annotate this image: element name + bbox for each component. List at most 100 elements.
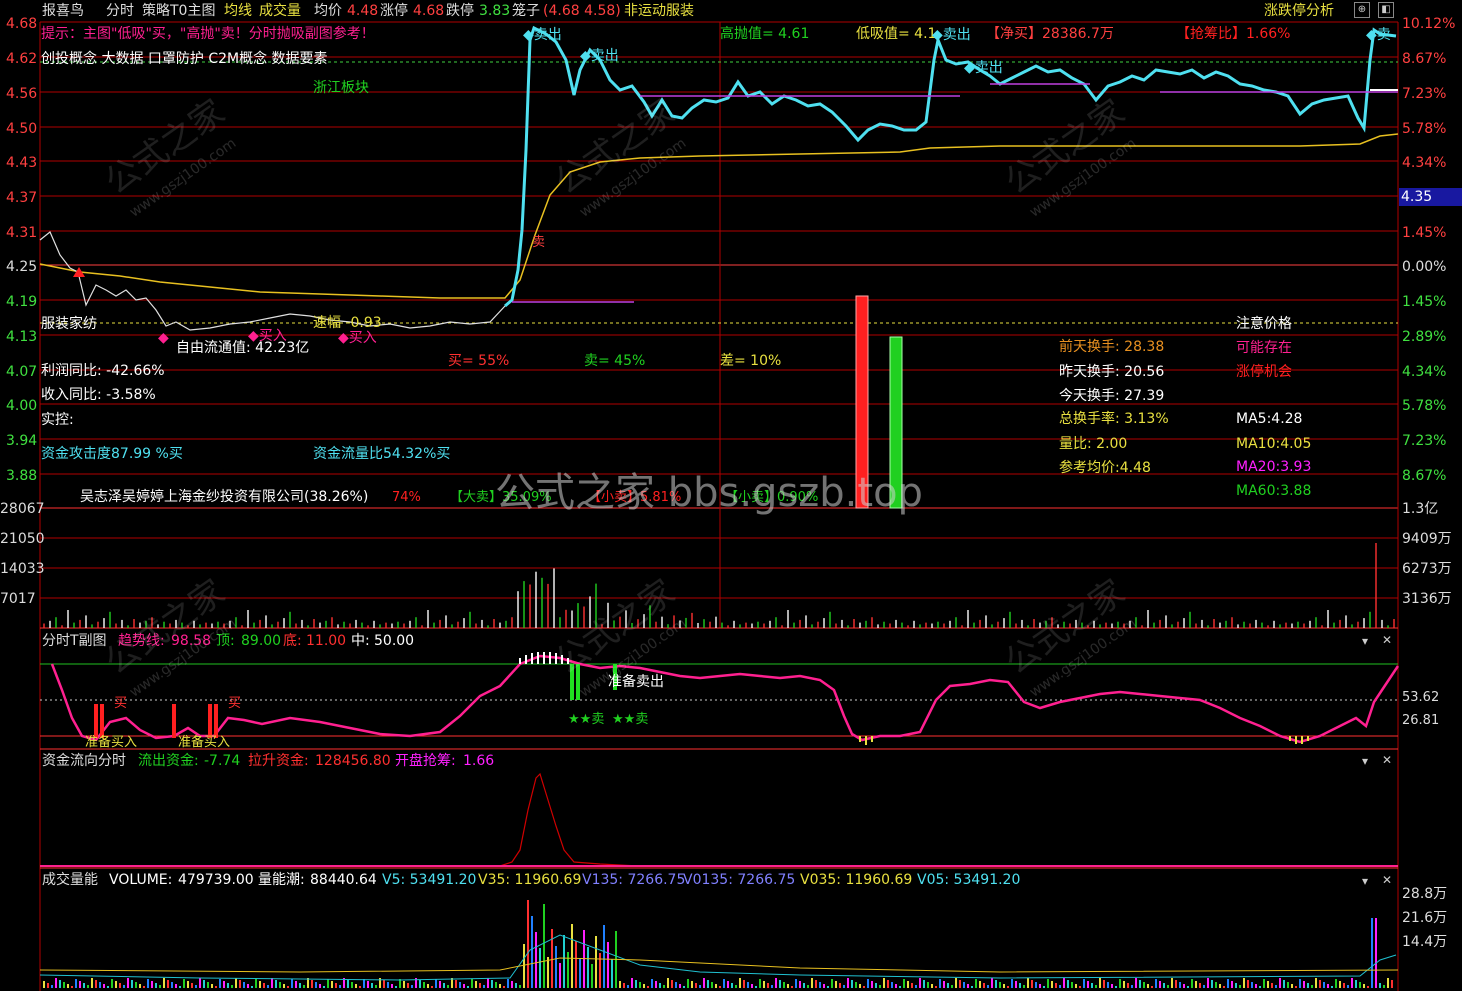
- flow-curve: [40, 772, 1398, 867]
- t-axis-hi: 53.62: [1402, 690, 1440, 705]
- ma60-value: MA60:3.88: [1236, 483, 1312, 499]
- sell-tag-label: 卖出: [942, 27, 971, 43]
- watch-price-text: 注意价格: [1236, 316, 1292, 332]
- energy-v35: V35: 11960.69: [478, 872, 582, 888]
- price-tick: 4.43: [6, 155, 38, 171]
- diamond-icon: ◆: [338, 330, 349, 346]
- flow-open-value: 1.66: [463, 753, 495, 769]
- energy-v05: V05: 53491.20: [917, 872, 1021, 888]
- sell-tag-label: 卖出: [590, 48, 619, 64]
- flow-open-label: 开盘抢筹:: [395, 753, 456, 769]
- price-tick: 4.13: [6, 329, 38, 345]
- pct-tick: 2.89%: [1402, 329, 1447, 345]
- sell-tag-5: ◆卖: [1366, 27, 1391, 43]
- controller-text: 实控:: [41, 412, 74, 428]
- sell-point-mark: 卖: [532, 235, 546, 250]
- t-top-value: 89.00: [241, 633, 282, 649]
- price-tick: 3.94: [6, 433, 38, 449]
- energy-volume-value: 479739.00: [178, 872, 254, 888]
- sell-mark-1: ★★卖: [568, 712, 605, 727]
- t-bottom-value: 11.00: [306, 633, 347, 649]
- may-exist-text: 可能存在: [1236, 340, 1292, 356]
- energy-tide-value: 88440.64: [310, 872, 377, 888]
- sell-mark-label: 卖: [591, 712, 605, 727]
- volume-ratio: 量比: 2.00: [1059, 436, 1128, 452]
- diamond-icon: ◆: [1366, 27, 1377, 43]
- flow-panel-close-icon[interactable]: ✕: [1382, 753, 1392, 767]
- net-buy-value: 【净买】28386.7万: [986, 26, 1114, 42]
- sell-tag-3: ◆卖出: [932, 27, 971, 43]
- ma10-value: MA10:4.05: [1236, 436, 1312, 452]
- energy-axis-3: 14.4万: [1402, 934, 1448, 950]
- price-tick: 4.07: [6, 364, 38, 380]
- flow-out-label: 流出资金:: [138, 753, 199, 769]
- diff-pct-text: 差= 10%: [720, 353, 782, 369]
- ready-buy-text-1: 准备买入: [85, 735, 138, 750]
- block-text: 浙江板块: [313, 80, 369, 96]
- energy-axis-1: 28.8万: [1402, 886, 1448, 902]
- sell-tag-label: 卖出: [974, 60, 1003, 76]
- pct-tick: 8.67%: [1402, 51, 1447, 67]
- volume-tick: 3136万: [1402, 591, 1452, 607]
- price-tick: 4.56: [6, 86, 38, 102]
- sell-tag-label: 卖出: [533, 27, 562, 43]
- pct-tick: 7.23%: [1402, 86, 1447, 102]
- t-panel-close-icon[interactable]: ✕: [1382, 633, 1392, 647]
- volume-tick: 28067: [0, 501, 45, 517]
- energy-panel-title: 成交量能: [42, 872, 98, 888]
- diamond-icon: ◆: [932, 27, 943, 43]
- energy-v0135: V0135: 7266.75: [683, 872, 796, 888]
- volume-tick: 21050: [0, 531, 45, 547]
- high-sell-value: 高抛值= 4.61: [720, 26, 810, 42]
- pct-tick: 1.45%: [1402, 294, 1447, 310]
- diamond-icon: ◆: [158, 330, 169, 346]
- volume-grid: [40, 537, 1398, 629]
- buy-tag-1: ◆: [158, 330, 169, 346]
- flow-pull-value: 128456.80: [315, 753, 391, 769]
- energy-line-v35: [39, 957, 1399, 973]
- energy-v035: V035: 11960.69: [800, 872, 913, 888]
- turnover-prev2: 前天换手: 28.38: [1059, 339, 1165, 355]
- watermark-main: 公式之家 bbs.gszb.top: [495, 470, 923, 516]
- hint-text: 提示：主图"低吸"买，"高抛"卖！分时抛吸副图参考！: [41, 26, 375, 42]
- volume-bars: [43, 543, 1395, 628]
- sell-pct-text: 卖= 45%: [584, 353, 646, 369]
- pct-tick: 1.45%: [1402, 225, 1447, 241]
- energy-v135: V135: 7266.75: [582, 872, 686, 888]
- turnover-total: 总换手率: 3.13%: [1059, 411, 1169, 427]
- buy-pct-text: 买= 55%: [448, 353, 510, 369]
- holder-text: 吴志泽吴婷婷上海金纱投资有限公司(38.26%): [80, 489, 369, 505]
- chip-ratio-value: 【抢筹比】1.66%: [1176, 26, 1291, 42]
- price-tick: 4.68: [6, 16, 38, 32]
- energy-panel-close-icon[interactable]: ✕: [1382, 873, 1392, 887]
- energy-bars: [43, 900, 1393, 988]
- revenue-yoy-text: 收入同比: -3.58%: [41, 387, 156, 403]
- volume-tick: 9409万: [1402, 531, 1452, 547]
- energy-v5: V5: 53491.20: [382, 872, 477, 888]
- ref-avg-price: 参考均价:4.48: [1059, 460, 1151, 476]
- pct-tick: 7.23%: [1402, 433, 1447, 449]
- price-tick: 4.19: [6, 294, 38, 310]
- energy-volume-label: VOLUME:: [109, 872, 173, 888]
- pct-tick: 10.12%: [1402, 16, 1456, 32]
- diamond-icon: ◆: [580, 48, 591, 64]
- turnover-today: 今天换手: 27.39: [1059, 388, 1165, 404]
- price-tick: 4.25: [6, 259, 38, 275]
- flow-panel-dropdown-icon[interactable]: ▾: [1362, 754, 1368, 768]
- profit-yoy-text: 利润同比: -42.66%: [41, 363, 165, 379]
- energy-panel-dropdown-icon[interactable]: ▾: [1362, 874, 1368, 888]
- t-panel-dropdown-icon[interactable]: ▾: [1362, 634, 1368, 648]
- pct-tick: 8.67%: [1402, 468, 1447, 484]
- energy-line-v5: [39, 934, 1397, 981]
- flow-panel-title: 资金流向分时: [42, 753, 126, 769]
- sell-tag-4: ◆卖出: [964, 60, 1003, 76]
- turnover-prev1: 昨天换手: 20.56: [1059, 364, 1165, 380]
- volume-tick: 7017: [0, 591, 36, 607]
- price-tick: 4.62: [6, 51, 38, 67]
- price-tick: 4.31: [6, 225, 38, 241]
- sell-tag-label: 卖: [1376, 27, 1391, 43]
- pct-tick: 0.00%: [1402, 259, 1447, 275]
- pct-tick: 4.34%: [1402, 155, 1447, 171]
- concepts-text: 创投概念 大数据 口罩防护 C2M概念 数据要素: [41, 51, 328, 67]
- t-bottom-hatch: [859, 736, 1309, 745]
